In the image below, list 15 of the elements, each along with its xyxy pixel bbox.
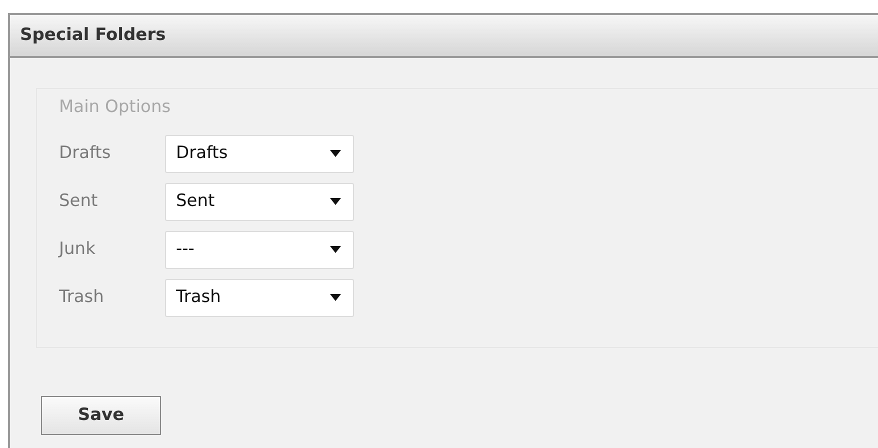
caret-icon [330, 150, 341, 157]
panel-title: Special Folders [20, 24, 166, 47]
field-label: Sent [59, 190, 99, 213]
folder-dropdown[interactable]: Drafts [165, 134, 354, 172]
field-label: Drafts [59, 142, 112, 165]
field-label: Trash [59, 286, 105, 309]
save-button[interactable]: Save [41, 396, 161, 435]
folder-dropdown[interactable]: --- [165, 230, 354, 268]
folder-dropdown[interactable]: Sent [165, 182, 354, 220]
field-label: Junk [59, 238, 96, 261]
fieldset-legend: Main Options [59, 95, 171, 120]
folder-dropdown[interactable]: Trash [165, 278, 354, 316]
caret-icon [330, 246, 341, 253]
caret-icon [330, 198, 341, 205]
caret-icon [330, 294, 341, 301]
